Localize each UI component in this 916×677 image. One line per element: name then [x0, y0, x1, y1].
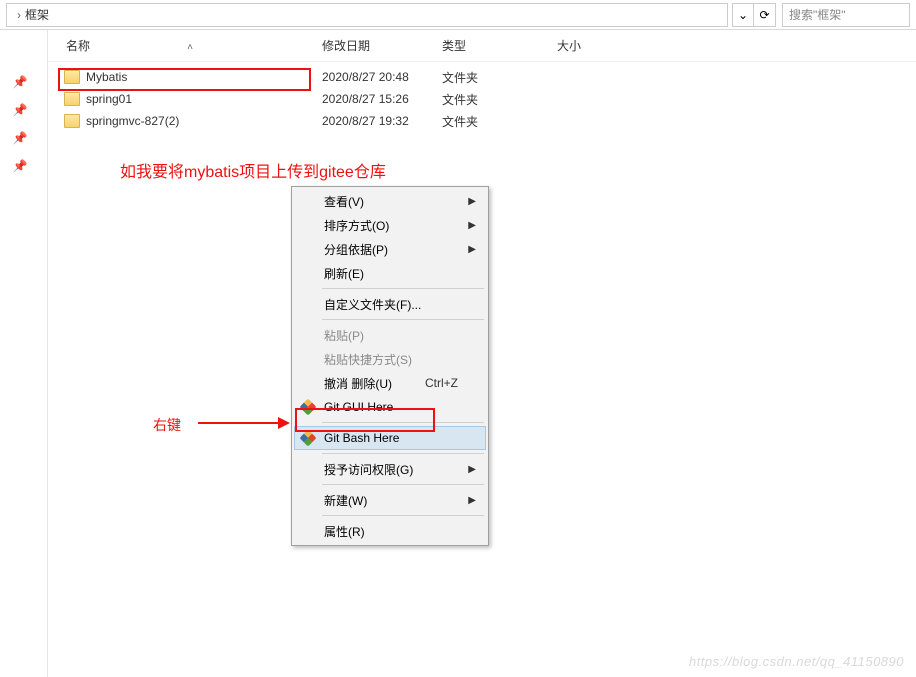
git-icon — [300, 399, 316, 415]
menu-custom-folder[interactable]: 自定义文件夹(F)... — [294, 292, 486, 316]
git-icon — [300, 430, 316, 446]
refresh-icon: ⟳ — [759, 8, 769, 22]
file-name: spring01 — [86, 92, 132, 106]
file-rows: Mybatis 2020/8/27 20:48 文件夹 spring01 202… — [48, 62, 916, 132]
menu-shortcut: Ctrl+Z — [425, 376, 458, 390]
menu-git-bash[interactable]: Git Bash Here — [294, 426, 486, 450]
file-type: 文件夹 — [442, 113, 557, 130]
sort-asc-icon: ˄ — [180, 42, 200, 53]
folder-icon — [64, 70, 80, 84]
table-row[interactable]: Mybatis 2020/8/27 20:48 文件夹 — [48, 66, 916, 88]
menu-properties[interactable]: 属性(R) — [294, 519, 486, 543]
file-list-pane[interactable]: 名称˄ 修改日期 类型 大小 Mybatis 2020/8/27 20:48 文… — [48, 30, 916, 677]
menu-separator — [322, 422, 484, 423]
menu-undo-delete[interactable]: 撤消 删除(U)Ctrl+Z — [294, 371, 486, 395]
folder-icon — [64, 114, 80, 128]
menu-separator — [322, 484, 484, 485]
pin-icon[interactable]: 📌 — [0, 98, 40, 122]
menu-grant-access[interactable]: 授予访问权限(G)▶ — [294, 457, 486, 481]
menu-paste: 粘贴(P) — [294, 323, 486, 347]
pin-icon[interactable]: 📌 — [0, 70, 40, 94]
folder-icon — [64, 92, 80, 106]
watermark: https://blog.csdn.net/qq_41150890 — [689, 654, 904, 669]
search-input[interactable]: 搜索"框架" — [782, 3, 910, 27]
file-type: 文件夹 — [442, 69, 557, 86]
menu-sort[interactable]: 排序方式(O)▶ — [294, 213, 486, 237]
breadcrumb-sep-icon: › — [17, 8, 21, 22]
file-date: 2020/8/27 20:48 — [322, 70, 442, 84]
file-date: 2020/8/27 15:26 — [322, 92, 442, 106]
context-menu: 查看(V)▶ 排序方式(O)▶ 分组依据(P)▶ 刷新(E) 自定义文件夹(F)… — [291, 186, 489, 546]
column-name[interactable]: 名称˄ — [64, 37, 322, 54]
submenu-arrow-icon: ▶ — [468, 464, 476, 475]
file-type: 文件夹 — [442, 91, 557, 108]
column-date[interactable]: 修改日期 — [322, 37, 442, 54]
annotation-arrow-icon — [198, 422, 288, 424]
search-placeholder: 搜索"框架" — [789, 6, 846, 23]
table-row[interactable]: springmvc-827(2) 2020/8/27 19:32 文件夹 — [48, 110, 916, 132]
history-dropdown-button[interactable]: ⌄ — [732, 3, 754, 27]
breadcrumb[interactable]: › 框架 — [6, 3, 728, 27]
address-bar: › 框架 ⌄ ⟳ 搜索"框架" — [0, 0, 916, 30]
menu-new[interactable]: 新建(W)▶ — [294, 488, 486, 512]
menu-git-gui[interactable]: Git GUI Here — [294, 395, 486, 419]
address-buttons: ⌄ ⟳ — [732, 3, 776, 27]
submenu-arrow-icon: ▶ — [468, 196, 476, 207]
submenu-arrow-icon: ▶ — [468, 244, 476, 255]
chevron-down-icon: ⌄ — [738, 8, 748, 22]
menu-separator — [322, 453, 484, 454]
menu-separator — [322, 288, 484, 289]
menu-refresh[interactable]: 刷新(E) — [294, 261, 486, 285]
refresh-button[interactable]: ⟳ — [754, 3, 776, 27]
pin-icon[interactable]: 📌 — [0, 126, 40, 150]
file-date: 2020/8/27 19:32 — [322, 114, 442, 128]
menu-separator — [322, 515, 484, 516]
menu-paste-shortcut: 粘贴快捷方式(S) — [294, 347, 486, 371]
submenu-arrow-icon: ▶ — [468, 220, 476, 231]
menu-view[interactable]: 查看(V)▶ — [294, 189, 486, 213]
column-size[interactable]: 大小 — [557, 37, 637, 54]
menu-separator — [322, 319, 484, 320]
table-row[interactable]: spring01 2020/8/27 15:26 文件夹 — [48, 88, 916, 110]
column-headers: 名称˄ 修改日期 类型 大小 — [48, 30, 916, 62]
file-name: springmvc-827(2) — [86, 114, 179, 128]
quick-access-sidebar: 📌 📌 📌 📌 — [0, 30, 48, 677]
annotation-text-1: 如我要将mybatis项目上传到gitee仓库 — [120, 158, 386, 182]
menu-group[interactable]: 分组依据(P)▶ — [294, 237, 486, 261]
pin-icon[interactable]: 📌 — [0, 154, 40, 178]
submenu-arrow-icon: ▶ — [468, 495, 476, 506]
column-type[interactable]: 类型 — [442, 37, 557, 54]
annotation-text-2: 右键 — [153, 415, 181, 435]
file-name: Mybatis — [86, 70, 127, 84]
breadcrumb-current[interactable]: 框架 — [25, 6, 49, 23]
